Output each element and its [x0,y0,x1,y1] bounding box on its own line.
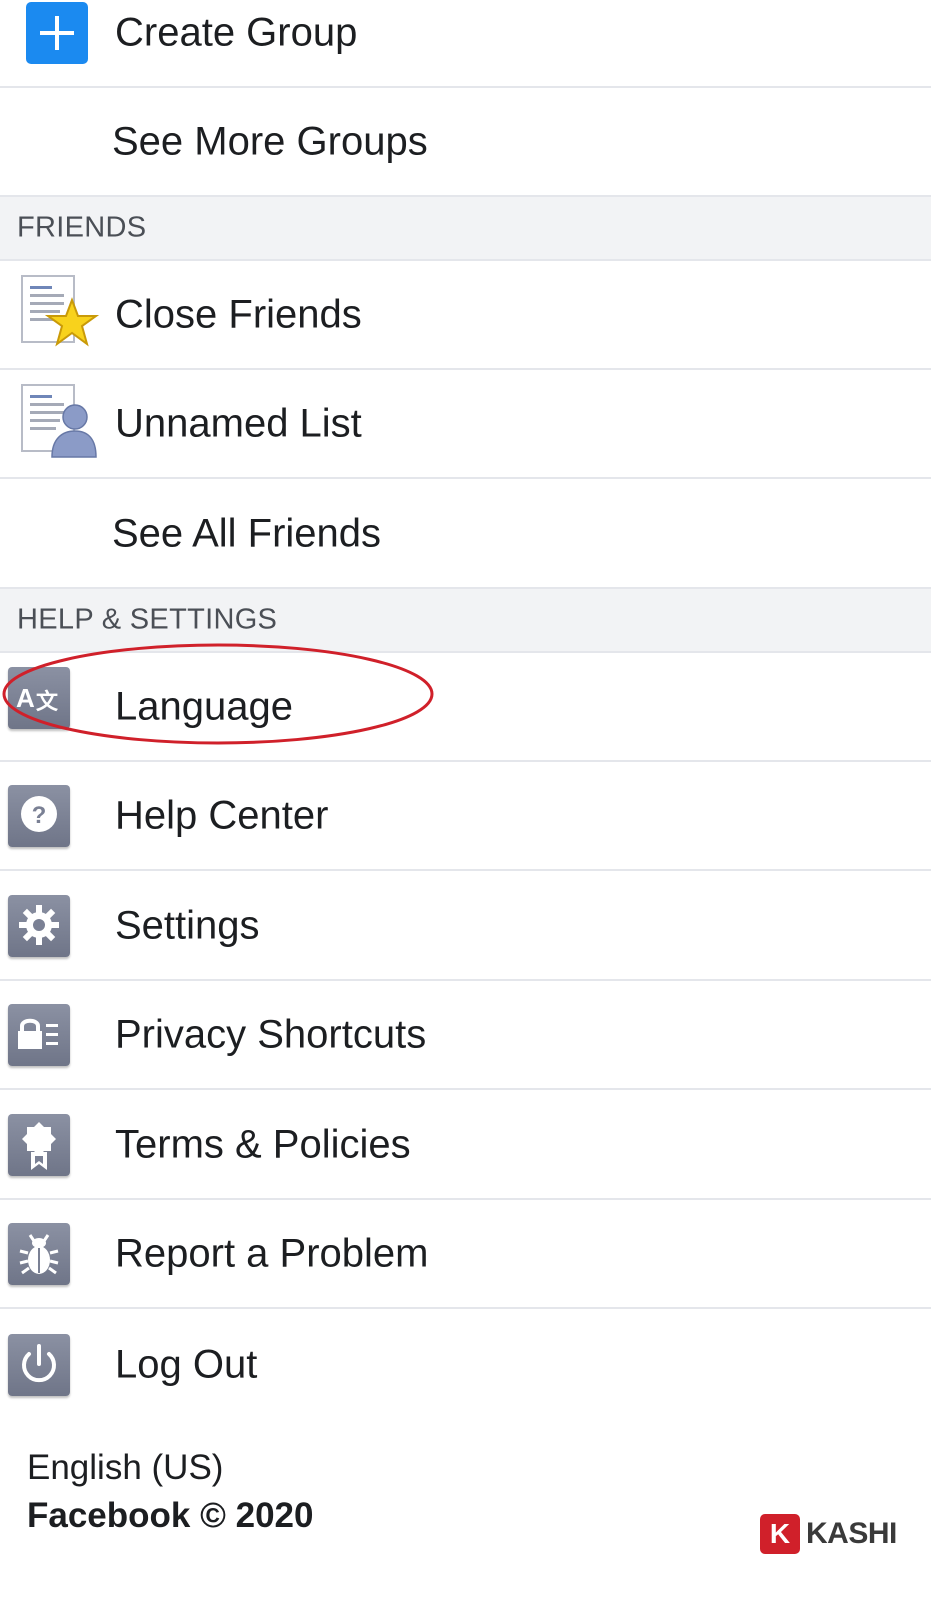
annotation-oval [2,643,434,745]
close-friends-label: Close Friends [115,292,362,336]
report-problem-label: Report a Problem [115,1231,429,1275]
see-all-friends-row[interactable]: See All Friends [0,480,931,589]
svg-text:?: ? [32,802,47,829]
bug-icon [8,1222,70,1285]
see-all-friends-label: See All Friends [112,511,382,555]
terms-policies-row[interactable]: Terms & Policies [0,1091,931,1200]
footer-language[interactable]: English (US) [27,1448,223,1488]
lock-icon [8,1003,70,1066]
log-out-row[interactable]: Log Out [0,1310,931,1419]
help-settings-section-title: HELP & SETTINGS [17,603,278,636]
plus-icon [26,2,88,64]
settings-row[interactable]: Settings [0,872,931,981]
question-icon: ? [8,784,70,847]
footer-copyright: Facebook © 2020 [27,1496,314,1535]
privacy-shortcuts-label: Privacy Shortcuts [115,1012,427,1056]
see-more-groups-row[interactable]: See More Groups [0,88,931,197]
watermark-logo: K KASHI [760,1512,897,1556]
create-group-row[interactable]: Create Group [0,0,931,88]
gear-icon [8,894,70,957]
ribbon-badge-icon [8,1113,70,1176]
settings-label: Settings [115,903,260,947]
unnamed-list-label: Unnamed List [115,401,362,445]
create-group-label: Create Group [115,10,358,55]
close-friends-row[interactable]: Close Friends [0,261,931,370]
watermark-k-icon: K [760,1514,800,1554]
friends-section-header: FRIENDS [0,197,931,261]
privacy-shortcuts-row[interactable]: Privacy Shortcuts [0,981,931,1090]
watermark-name: KASHI [806,1517,897,1550]
terms-policies-label: Terms & Policies [115,1122,411,1166]
help-center-row[interactable]: ? Help Center [0,762,931,871]
friends-section-title: FRIENDS [17,211,147,244]
report-problem-row[interactable]: Report a Problem [0,1200,931,1309]
see-more-groups-label: See More Groups [112,119,428,163]
help-center-label: Help Center [115,793,329,837]
close-friends-list-icon [20,274,102,356]
unnamed-list-row[interactable]: Unnamed List [0,370,931,479]
log-out-label: Log Out [115,1342,258,1386]
power-icon [8,1333,70,1396]
friend-list-icon [20,383,102,465]
